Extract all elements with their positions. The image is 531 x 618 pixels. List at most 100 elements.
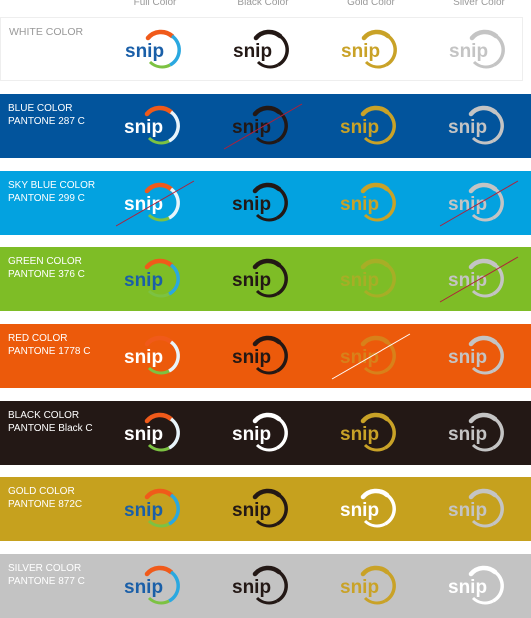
snip-logo-icon: snip [124,565,180,605]
logo-text: snip [340,117,379,138]
row-label: WHITE COLOR [9,26,83,39]
pantone-code: PANTONE 287 C [8,116,85,127]
color-name: SILVER COLOR [8,563,82,574]
snip-logo-icon: snip [340,258,396,298]
row-blue: BLUE COLOR PANTONE 287 C snip snip snip s… [0,94,531,158]
color-name: RED COLOR [8,333,68,344]
logo-cell-silver-color: snip [446,564,506,608]
color-name: BLUE COLOR [8,103,73,114]
column-header: Full Color [133,0,177,8]
logo-text: snip [448,270,487,291]
logo-cell-black-color: snip [230,487,290,531]
snip-logo-icon: snip [125,29,181,69]
logo-cell-silver-color: snip [446,334,506,378]
logo-text: snip [232,424,271,445]
logo-cell-silver-color: snip [439,180,519,227]
snip-logo-icon: snip [448,335,504,375]
logo-text: snip [124,194,163,215]
logo-cell-gold-color: snip [338,257,398,301]
logo-text: snip [232,577,271,598]
column-header: Black Color [237,0,289,8]
snip-logo-icon: snip [448,565,504,605]
row-sky-blue: SKY BLUE COLOR PANTONE 299 C snip snip sn… [0,171,531,235]
logo-cell-gold-color: snip [338,487,398,531]
row-red: RED COLOR PANTONE 1778 C snip snip snip s… [0,324,531,388]
row-label: GREEN COLOR PANTONE 376 C [8,255,85,281]
pantone-code: PANTONE 877 C [8,576,85,587]
logo-cell-full-color: snip [122,257,182,301]
logo-cell-full-color: snip [115,180,195,227]
logo-text: snip [340,500,379,521]
snip-logo-icon: snip [448,488,504,528]
snip-logo-icon: snip [233,29,289,69]
logo-cell-full-color: snip [122,564,182,608]
logo-cell-full-color: snip [122,487,182,531]
logo-text: snip [448,347,487,368]
snip-logo-icon: snip [340,182,396,222]
snip-logo-icon: snip [232,335,288,375]
row-silver: SILVER COLOR PANTONE 877 C snip snip snip… [0,554,531,618]
logo-text: snip [124,117,163,138]
snip-logo-icon: snip [232,488,288,528]
logo-text: snip [124,577,163,598]
logo-text: snip [448,194,487,215]
snip-logo-icon: snip [124,105,180,145]
logo-cell-black-color: snip [230,181,290,225]
logo-text: snip [340,424,379,445]
pantone-code: PANTONE Black C [8,423,93,434]
logo-cell-gold-color: snip [338,104,398,148]
snip-logo-icon: snip [232,105,288,145]
logo-cell-full-color: snip [122,334,182,378]
row-label: SILVER COLOR PANTONE 877 C [8,562,85,588]
row-label: BLACK COLOR PANTONE Black C [8,409,93,435]
snip-logo-icon: snip [340,488,396,528]
snip-logo-icon: snip [232,412,288,452]
pantone-code: PANTONE 1778 C [8,346,91,357]
logo-text: snip [341,41,380,62]
logo-cell-full-color: snip [123,28,183,72]
row-label: SKY BLUE COLOR PANTONE 299 C [8,179,95,205]
logo-text: snip [233,41,272,62]
pantone-code: PANTONE 872C [8,499,83,510]
snip-logo-icon: snip [232,565,288,605]
row-label: RED COLOR PANTONE 1778 C [8,332,90,358]
logo-text: snip [449,41,488,62]
logo-cell-black-color: snip [230,334,290,378]
column-header: Gold Color [347,0,395,8]
snip-logo-icon: snip [340,335,396,375]
snip-logo-icon: snip [124,412,180,452]
row-white: WHITE COLOR snip snip snip snip [0,17,523,81]
column-header: Silver Color [453,0,505,8]
logo-text: snip [340,347,379,368]
logo-text: snip [232,194,271,215]
color-name: WHITE COLOR [9,26,84,38]
snip-logo-icon: snip [448,412,504,452]
logo-cell-full-color: snip [122,411,182,455]
logo-cell-gold-color: snip [338,181,398,225]
logo-cell-black-color: snip [230,257,290,301]
logo-cell-silver-color: snip [447,28,507,72]
logo-cell-black-color: snip [230,411,290,455]
logo-cell-black-color: snip [230,564,290,608]
logo-text: snip [340,194,379,215]
logo-text: snip [448,117,487,138]
pantone-code: PANTONE 376 C [8,269,85,280]
snip-logo-icon: snip [448,105,504,145]
logo-cell-gold-color: snip [338,411,398,455]
logo-text: snip [124,500,163,521]
snip-logo-icon: snip [340,412,396,452]
logo-text: snip [340,577,379,598]
snip-logo-icon: snip [124,488,180,528]
logo-cell-silver-color: snip [446,487,506,531]
logo-cell-gold-color: snip [338,564,398,608]
row-black: BLACK COLOR PANTONE Black C snip snip sni… [0,401,531,465]
logo-cell-gold-color: snip [331,333,411,380]
logo-text: snip [232,270,271,291]
logo-text: snip [125,41,164,62]
snip-logo-icon: snip [340,565,396,605]
row-label: GOLD COLOR PANTONE 872C [8,485,82,511]
snip-logo-icon: snip [124,182,180,222]
logo-text: snip [232,117,271,138]
snip-logo-icon: snip [449,29,505,69]
color-name: SKY BLUE COLOR [8,180,96,191]
